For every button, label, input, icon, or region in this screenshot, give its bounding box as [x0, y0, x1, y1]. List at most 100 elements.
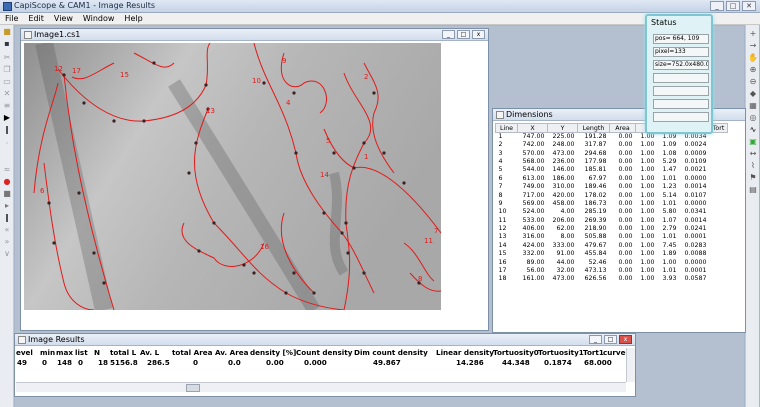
- image-window-title-bar[interactable]: Image1.cs1 _ □ x: [21, 29, 488, 41]
- dimensions-row[interactable]: 18 161.00 473.00 626.56 0.00 1.00 3.93 0.0587: [496, 275, 728, 283]
- zoom-minus-icon[interactable]: ⊖: [748, 77, 758, 87]
- dimensions-row[interactable]: 11 533.00 206.00 269.39 0.00 1.00 1.07 0.0014: [496, 217, 728, 225]
- results-title-bar[interactable]: Image Results _ □ x: [15, 334, 635, 346]
- arrow-right-icon[interactable]: →: [748, 41, 758, 51]
- results-horizontal-scrollbar[interactable]: [16, 382, 626, 392]
- zoom-in-icon[interactable]: +: [748, 29, 758, 39]
- play-icon[interactable]: ▶: [2, 113, 12, 123]
- dimensions-row[interactable]: 5 544.00 146.00 185.81 0.00 1.00 1.47 0.0021: [496, 166, 728, 174]
- dot-icon[interactable]: ·: [2, 139, 12, 149]
- dimensions-cell: 56.00: [526, 267, 545, 275]
- open-folder-icon[interactable]: ■: [2, 27, 12, 37]
- zoom-plus-icon[interactable]: ⊕: [748, 65, 758, 75]
- dimensions-cell: 0.0000: [684, 258, 707, 266]
- link-icon[interactable]: ⌇: [748, 161, 758, 171]
- play-small-icon[interactable]: ▸: [2, 201, 12, 211]
- image-maximize-button[interactable]: □: [457, 30, 470, 39]
- results-vertical-scrollbar[interactable]: [626, 348, 635, 382]
- dimensions-cell: 0.00: [618, 133, 633, 140]
- flag-icon[interactable]: ⚑: [748, 173, 758, 183]
- dimensions-cell: 10: [498, 208, 507, 216]
- dimensions-row[interactable]: 4 568.00 236.00 177.98 0.00 1.00 5.29 0.0109: [496, 158, 728, 166]
- copy-icon[interactable]: ❐: [2, 65, 12, 75]
- results-value: 0.000: [304, 358, 327, 367]
- scrollbar-thumb[interactable]: [186, 384, 200, 392]
- dimensions-row[interactable]: 16 89.00 44.00 52.46 0.00 1.00 1.00 0.0000: [496, 258, 728, 266]
- dimensions-window[interactable]: Dimensions Line X Y Length Area rt1 Tort…: [492, 108, 746, 333]
- target-icon[interactable]: ◎: [748, 113, 758, 123]
- record-icon[interactable]: ●: [2, 177, 12, 187]
- dimensions-row[interactable]: 14 424.00 333.00 479.67 0.00 1.00 7.45 0.0283: [496, 242, 728, 250]
- image-minimize-button[interactable]: _: [442, 30, 455, 39]
- capillary-image[interactable]: 12 18 3 7 5 13 1 16 14 8 17 10 9 15 4 6 …: [24, 43, 441, 310]
- dimensions-cell: 0.00: [618, 275, 633, 283]
- capillary-icon[interactable]: ∿: [748, 125, 758, 135]
- image-icon[interactable]: ▣: [748, 137, 758, 147]
- image-results-window[interactable]: Image Results _ □ x evel min max list N …: [14, 333, 636, 397]
- column-header[interactable]: X: [517, 123, 548, 133]
- dimensions-row[interactable]: 7 749.00 310.00 189.46 0.00 1.00 1.23 0.0014: [496, 183, 728, 191]
- results-minimize-button[interactable]: _: [589, 335, 602, 344]
- menu-edit[interactable]: Edit: [23, 13, 49, 24]
- maximize-button[interactable]: □: [726, 1, 740, 11]
- capillary-label: 2: [364, 73, 368, 81]
- results-close-button[interactable]: x: [619, 335, 632, 344]
- dimensions-row[interactable]: 6 613.00 186.00 67.97 0.00 1.00 1.01 0.0000: [496, 175, 728, 183]
- dimensions-cell: 2: [498, 141, 503, 149]
- dimensions-row[interactable]: 10 524.00 4.00 285.19 0.00 1.00 5.80 0.0341: [496, 208, 728, 216]
- hand-icon[interactable]: ✋: [748, 53, 758, 63]
- dimensions-row[interactable]: 2 742.00 248.00 317.87 0.00 1.00 1.09 0.0024: [496, 141, 728, 149]
- results-maximize-button[interactable]: □: [604, 335, 617, 344]
- column-header[interactable]: Length: [577, 123, 610, 133]
- image-close-button[interactable]: x: [472, 30, 485, 39]
- menu-view[interactable]: View: [49, 13, 78, 24]
- close-button[interactable]: ✕: [742, 1, 756, 11]
- dimensions-row[interactable]: 13 316.00 8.00 505.88 0.00 1.00 1.01 0.0001: [496, 233, 728, 241]
- cut-icon[interactable]: ✂: [2, 53, 12, 63]
- tool-icon[interactable]: ✕: [2, 89, 12, 99]
- eye-icon[interactable]: ≈: [2, 165, 12, 175]
- dimensions-cell: 14: [498, 241, 507, 249]
- image-window[interactable]: Image1.cs1 _ □ x 12 7 5 13 1 16 14 8 17 …: [20, 28, 489, 331]
- measure-icon[interactable]: ↔: [748, 149, 758, 159]
- dimensions-row[interactable]: 15 332.00 91.00 455.84 0.00 1.00 1.89 0.0088: [496, 250, 728, 258]
- left-toolbar: ■ ▪ ✂ ❐ ▭ ✕ ≡ ▶ ‖ · ≈ ● ■ ▸ ‖ « » ∨: [0, 25, 14, 407]
- dimensions-cell: 1.07: [662, 216, 677, 224]
- results-header: list: [75, 348, 88, 357]
- list-icon[interactable]: ≡: [2, 101, 12, 111]
- grid-icon[interactable]: ▦: [748, 101, 758, 111]
- calibrate-icon[interactable]: ▤: [748, 185, 758, 195]
- pause-icon[interactable]: ‖: [2, 125, 12, 135]
- minimize-button[interactable]: _: [710, 1, 724, 11]
- dimensions-cell: 570.00: [522, 149, 545, 157]
- dimensions-row[interactable]: 9 569.00 458.00 186.73 0.00 1.00 1.01 0.0000: [496, 200, 728, 208]
- down-arrow-icon[interactable]: ∨: [2, 249, 12, 259]
- stop-icon[interactable]: ■: [2, 189, 12, 199]
- dimensions-cell: 626.56: [584, 275, 607, 283]
- dimensions-table-container[interactable]: Line X Y Length Area rt1 Tort 1747.00225…: [495, 123, 743, 330]
- image-window-controls: _ □ x: [442, 30, 485, 39]
- dimensions-row[interactable]: 8 717.00 420.00 178.02 0.00 1.00 5.14 0.0107: [496, 191, 728, 199]
- column-header[interactable]: Line: [495, 123, 518, 133]
- dimensions-row[interactable]: 3 570.00 473.00 294.68 0.00 1.00 1.08 0.0009: [496, 149, 728, 157]
- fast-forward-icon[interactable]: »: [2, 237, 12, 247]
- menu-file[interactable]: File: [0, 13, 23, 24]
- dimensions-row[interactable]: 17 56.00 32.00 473.13 0.00 1.00 1.01 0.0001: [496, 267, 728, 275]
- pause-small-icon[interactable]: ‖: [2, 213, 12, 223]
- menu-window[interactable]: Window: [78, 13, 120, 24]
- paint-icon[interactable]: ◆: [748, 89, 758, 99]
- dimensions-cell: 0.00: [618, 216, 633, 224]
- results-value: 14.286: [456, 358, 484, 367]
- save-icon[interactable]: ▪: [2, 39, 12, 49]
- column-header[interactable]: Area: [609, 123, 636, 133]
- dimensions-cell: 206.00: [552, 216, 575, 224]
- column-header[interactable]: Y: [547, 123, 578, 133]
- dimensions-cell: 1.01: [662, 267, 677, 275]
- paste-icon[interactable]: ▭: [2, 77, 12, 87]
- menu-help[interactable]: Help: [119, 13, 147, 24]
- dimensions-cell: 0.00: [618, 157, 633, 165]
- dimensions-cell: 1: [498, 133, 503, 140]
- rewind-icon[interactable]: «: [2, 225, 12, 235]
- dimensions-row[interactable]: 12 406.00 62.00 218.90 0.00 1.00 2.79 0.0241: [496, 225, 728, 233]
- status-window[interactable]: Status pos= 664, 109 pixel=133 size=752.…: [645, 14, 713, 134]
